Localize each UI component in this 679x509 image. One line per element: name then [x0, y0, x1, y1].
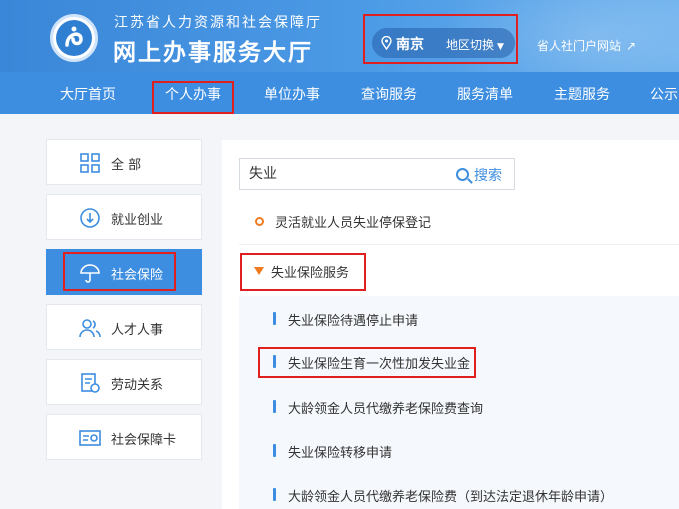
sub-item[interactable]: 失业保险待遇停止申请: [288, 310, 418, 329]
bar-bullet-icon: [273, 312, 276, 325]
nav-query[interactable]: 查询服务: [361, 84, 417, 104]
sub-item[interactable]: 失业保险转移申请: [288, 442, 392, 461]
sidebar-item-all[interactable]: 全 部: [46, 139, 202, 185]
bar-bullet-icon: [273, 400, 276, 413]
sidebar-item-talent[interactable]: 人才人事: [46, 304, 202, 350]
sidebar-item-label: 劳动关系: [111, 378, 164, 393]
sidebar-item-label: 全 部: [111, 158, 142, 173]
sidebar-item-employment[interactable]: 就业创业: [46, 194, 202, 240]
region-highlight-box: [363, 14, 518, 64]
document-icon: [81, 373, 100, 393]
people-icon: [79, 319, 101, 338]
main-nav: 大厅首页 个人办事 单位办事 查询服务 服务清单 主题服务 公示: [0, 72, 679, 114]
sub-item-highlight-box: [258, 347, 476, 378]
sidebar-item-social-card[interactable]: 社会保障卡: [46, 414, 202, 460]
nav-highlight-box: [152, 81, 234, 114]
category-highlight-box: [240, 253, 366, 291]
search-button[interactable]: 搜索: [456, 165, 502, 185]
site-logo[interactable]: [50, 14, 98, 62]
grid-icon: [80, 153, 100, 173]
search-icon: [456, 168, 469, 181]
site-header: [0, 0, 679, 72]
nav-service-list[interactable]: 服务清单: [457, 84, 513, 104]
sidebar-item-label: 人才人事: [111, 323, 164, 338]
portal-link[interactable]: 省人社门户网站 ↗: [537, 37, 636, 54]
sidebar-item-labor[interactable]: 劳动关系: [46, 359, 202, 405]
nav-publicity[interactable]: 公示: [650, 84, 678, 104]
divider: [239, 244, 679, 245]
sub-item[interactable]: 大龄领金人员代缴养老保险费（到达法定退休年龄申请）: [288, 486, 613, 505]
sidebar-highlight-box: [63, 252, 176, 291]
sidebar-item-label: 社会保障卡: [111, 433, 177, 448]
result-item-flexible[interactable]: 灵活就业人员失业停保登记: [275, 212, 431, 231]
sidebar-item-label: 就业创业: [111, 213, 164, 228]
card-icon: [79, 430, 101, 446]
nav-home[interactable]: 大厅首页: [60, 84, 116, 104]
bar-bullet-icon: [273, 488, 276, 501]
sub-item[interactable]: 大龄领金人员代缴养老保险费查询: [288, 398, 483, 417]
share-arrow-icon: ↗: [626, 39, 637, 53]
nav-theme[interactable]: 主题服务: [554, 84, 610, 104]
employment-icon: [80, 208, 100, 228]
site-title: 网上办事服务大厅: [113, 40, 313, 66]
org-name: 江苏省人力资源和社会保障厅: [114, 15, 322, 31]
nav-unit[interactable]: 单位办事: [264, 84, 320, 104]
bar-bullet-icon: [273, 444, 276, 457]
circle-bullet-icon: [255, 217, 264, 226]
